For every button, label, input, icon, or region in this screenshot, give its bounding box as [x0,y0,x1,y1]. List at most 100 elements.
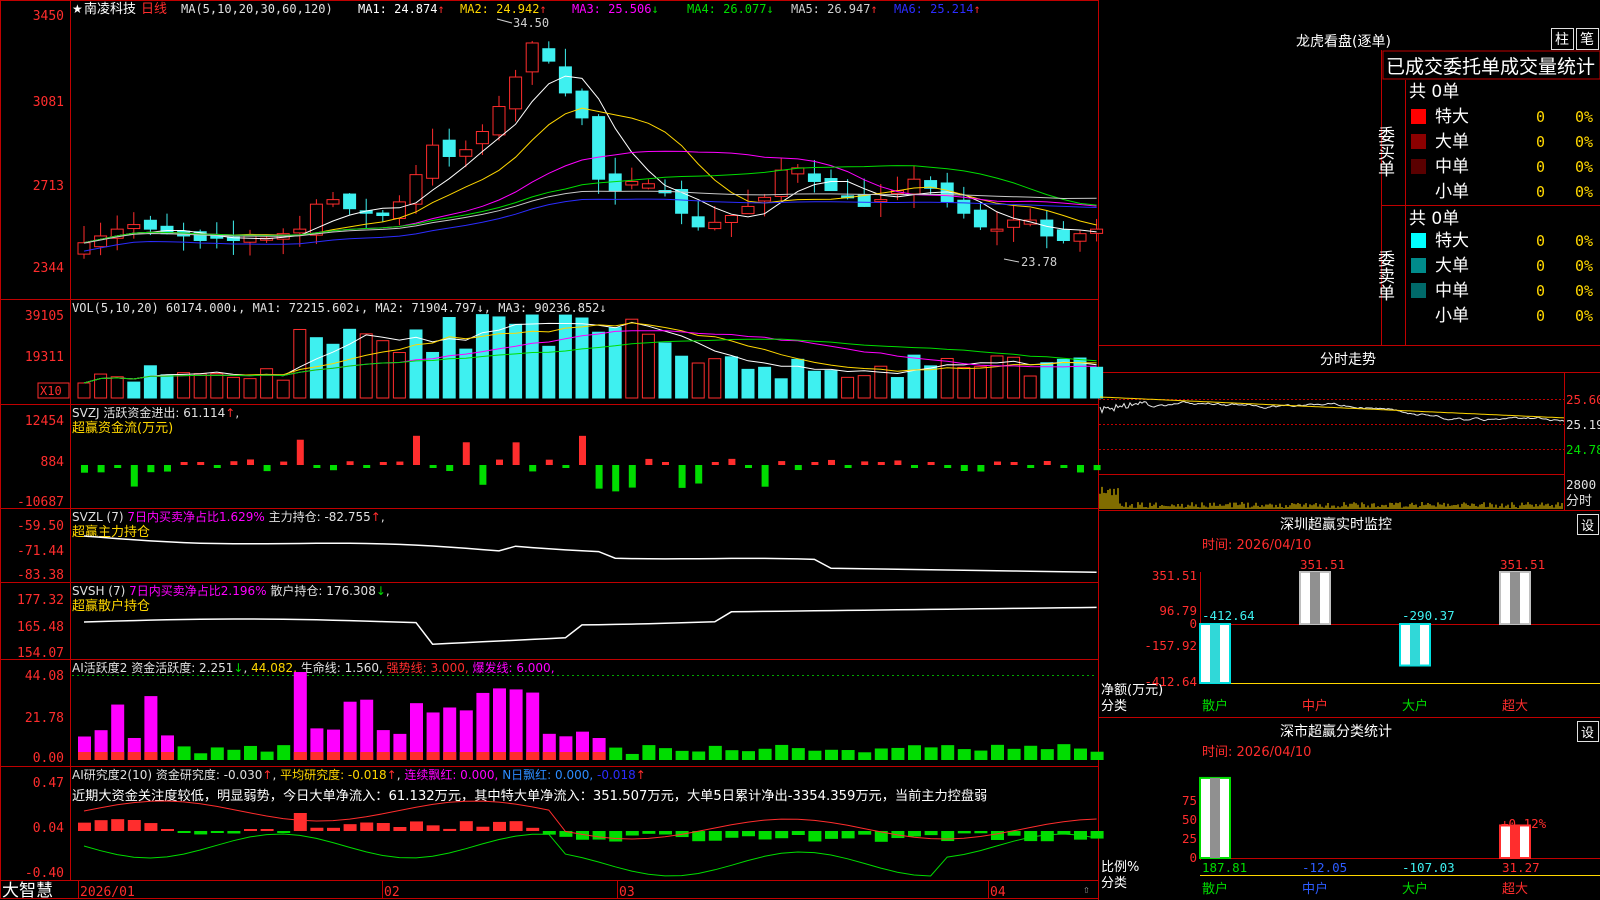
ai-research-bar [459,821,473,831]
ai-activity-bar [360,699,374,760]
ai-research-bar [609,831,623,842]
ai-activity-bar [293,672,307,760]
monitor-bar-label: 351.51 [1500,557,1545,572]
monitor-bar-core [1310,572,1320,624]
svzj-bar [197,462,205,465]
intraday-price-line [1099,400,1565,422]
ai-research-bar [758,831,772,840]
ai-activity-header: AI活跃度2 资金活跃度: 2.251↓, 44.082, 生命线: 1.560… [72,660,555,675]
candle-body [675,189,689,214]
date-tick-2: 03 [619,885,635,900]
volume-bar [94,373,108,399]
ai-activity-base [360,752,374,760]
volume-bar [608,327,622,399]
svzj-bar [612,465,620,492]
volume-y-tick-1: 19311 [25,350,64,365]
order-label: 大单 [1435,132,1469,152]
candle-body [143,219,157,230]
ai-research-bar [426,825,440,831]
ai-research-bar [144,823,158,831]
svzj-y-tick-2: -10687 [17,495,64,510]
ai-activity-panel[interactable]: AI活跃度2 资金活跃度: 2.251↓, 44.082, 生命线: 1.560… [25,660,1104,766]
volume-bar [276,379,290,399]
svzj-bar [479,465,487,485]
svsh-panel[interactable]: SVSH (7) 7日内买卖净占比2.196% 散户持仓: 176.308↓, … [17,583,1097,661]
monitor-y-tick-3: -157.92 [1144,638,1197,653]
brand-label: 大智慧 [2,881,53,900]
volume-bar [376,340,390,399]
ai-research-bar [991,831,1004,840]
scroll-lock-icon[interactable]: ⇧ [1083,883,1090,896]
buy-total: 共 0单 [1409,82,1459,102]
ai-research-bar [941,831,955,842]
ai-research-bar [360,822,374,831]
volume-bar [890,377,904,399]
ai-activity-bar [1007,748,1021,760]
volume-bar [973,366,987,399]
svzj-bar [379,462,387,465]
order-swatch [1411,233,1426,248]
dragon-tiger-panel[interactable]: 龙虎看盘(逐单) 柱 笔 已成交委托单成交量统计 共 0单 委买单 特大 0 0% 大… [1296,28,1600,327]
svzj-bar [263,465,271,472]
intraday-volume-bars [1099,486,1563,509]
high-marker-arrow [496,18,513,24]
sell-side: 共 0单 委卖单 特大 0 0% 大单 0 0% 中单 0 0% 小单 0 0% [1374,209,1593,326]
volume-bar [1040,362,1054,399]
volume-bar [658,342,672,399]
intraday-y-tick-1: 25.19 [1566,417,1600,432]
volume-panel[interactable]: VOL(5,10,20) 60174.000↓, MA1: 72215.602↓… [25,301,1104,399]
classify-panel[interactable]: 深市超赢分类统计 设 时间: 2026/04/10 75 50 25 0 比例%… [1101,721,1600,898]
ai-research-bar [343,824,357,831]
low-marker: 23.78 [1021,255,1057,269]
ai-activity-bar [659,748,672,760]
ma-value-3: MA3: 25.506↓ [572,2,659,16]
ai-research-bar [227,831,241,834]
dragon-tabs-label: 已成交委托单成交量统计 [1386,56,1595,78]
main-y-tick-2: 2713 [33,179,64,194]
candle-body [758,196,772,202]
classify-value-3: 31.27 [1502,860,1540,875]
ma-line-1 [83,75,1097,244]
monitor-bar-label: -412.64 [1202,608,1255,623]
svzl-header: SVZL (7) 7日内买卖净占比1.629% 主力持仓: -82.755↑, [72,509,385,524]
order-label: 小单 [1435,182,1469,202]
monitor-panel[interactable]: 深圳超赢实时监控 设 时间: 2026/04/10 351.51 96.79 0… [1101,514,1600,715]
volume-bar [874,365,888,399]
ai-activity-bar [144,696,158,760]
svzj-bar [1027,465,1035,468]
ai-activity-base [94,752,108,760]
svzj-bar [745,465,752,468]
ai-activity-bar [111,704,125,760]
classify-category-1: 中户 [1302,881,1328,897]
period-label: 日线 [141,2,167,17]
ai-research-bar [509,821,523,831]
candle-body [1040,219,1054,237]
svzl-panel[interactable]: SVZL (7) 7日内买卖净占比1.629% 主力持仓: -82.755↑, … [17,509,1097,583]
ai-activity-bar [808,750,822,760]
intraday-y-tick-0: 25.60 [1566,392,1600,407]
svzj-bar [595,465,603,489]
ai-activity-base [576,752,589,760]
svzj-bar [462,442,470,465]
svzj-panel[interactable]: SVZJ 活跃资金进出: 61.114↑, 超赢资金流(万元) 12454 88… [17,405,1101,510]
volume-bar [957,366,971,399]
candle-body [824,178,838,192]
candle-body [94,235,108,248]
svzj-bar [828,459,835,465]
svzj-bar [147,465,155,473]
candle-body [459,149,473,157]
kline-panel[interactable]: ★ 南凌科技 日线 MA(5,10,20,30,60,120) MA1: 24.… [33,1,1104,276]
candle-body [874,199,888,203]
main-y-tick-1: 3081 [33,95,64,110]
ai-research-panel[interactable]: AI研究度2(10) 资金研究度: -0.030↑, 平均研究度: -0.018… [25,767,1104,881]
svzj-bar [628,465,636,488]
high-marker: 34.50 [513,16,549,30]
order-swatch [1411,159,1426,174]
ai-activity-bars [78,672,1104,760]
ai-research-bar [659,831,672,835]
ai-activity-bar [908,745,921,760]
ai-activity-base [443,752,457,760]
ai-research-bar [742,831,755,837]
candle-body [857,194,871,207]
intraday-panel[interactable]: 分时走势 25.60 25.19 24.78 2800 分时 [1099,352,1600,510]
